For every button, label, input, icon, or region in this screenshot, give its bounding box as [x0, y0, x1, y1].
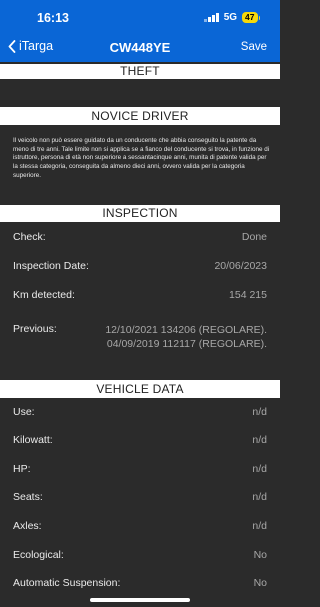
previous-inspections-row: Previous: 12/10/2021 134206 (REGOLARE). …: [13, 323, 267, 353]
vehicle-value: n/d: [252, 491, 267, 503]
vehicle-label: Ecological:: [13, 549, 64, 561]
signal-icon: [204, 13, 219, 22]
vehicle-label: Seats:: [13, 491, 43, 503]
km-detected-label: Km detected:: [13, 289, 75, 301]
vehicle-label: Automatic Suspension:: [13, 577, 121, 589]
battery-level: 47: [242, 12, 258, 23]
section-header-vehicle-data: VEHICLE DATA: [0, 380, 280, 398]
section-header-inspection: INSPECTION: [0, 205, 280, 222]
novice-driver-text: Il veicolo non può essere guidato da un …: [13, 137, 270, 179]
nav-bar: iTarga CW448YE Save: [0, 38, 280, 60]
header-bar: 16:13 5G 47 iTarga CW448YE Save: [0, 0, 280, 62]
inspection-date-value: 20/06/2023: [214, 260, 267, 272]
previous-inspection-2: 04/09/2019 112117 (REGOLARE).: [106, 338, 267, 350]
vehicle-value: n/d: [252, 406, 267, 418]
save-button[interactable]: Save: [241, 41, 267, 53]
check-label: Check:: [13, 231, 46, 243]
vehicle-value: n/d: [252, 434, 267, 446]
vehicle-label: Kilowatt:: [13, 434, 53, 446]
page-title: CW448YE: [109, 40, 171, 55]
vehicle-value: n/d: [252, 463, 267, 475]
home-indicator[interactable]: [90, 598, 190, 602]
section-header-theft: THEFT: [0, 64, 280, 79]
vehicle-value: No: [253, 549, 267, 561]
vehicle-label: HP:: [13, 463, 31, 475]
vehicle-label: Use:: [13, 406, 35, 418]
status-bar: 16:13 5G 47: [0, 10, 280, 26]
previous-label: Previous:: [13, 323, 57, 335]
battery-icon: 47: [242, 12, 260, 23]
vehicle-label: Axles:: [13, 520, 42, 532]
km-detected-value: 154 215: [229, 289, 267, 301]
status-indicators: 5G 47: [204, 12, 260, 23]
inspection-date-label: Inspection Date:: [13, 260, 89, 272]
check-value: Done: [241, 231, 267, 243]
section-header-novice-driver: NOVICE DRIVER: [0, 107, 280, 125]
network-type: 5G: [223, 12, 238, 23]
previous-inspection-1: 12/10/2021 134206 (REGOLARE).: [105, 324, 267, 336]
vehicle-value: n/d: [252, 520, 267, 532]
previous-values: 12/10/2021 134206 (REGOLARE). 04/09/2019…: [105, 323, 267, 351]
status-time: 16:13: [37, 11, 69, 25]
vehicle-value: No: [253, 577, 267, 589]
